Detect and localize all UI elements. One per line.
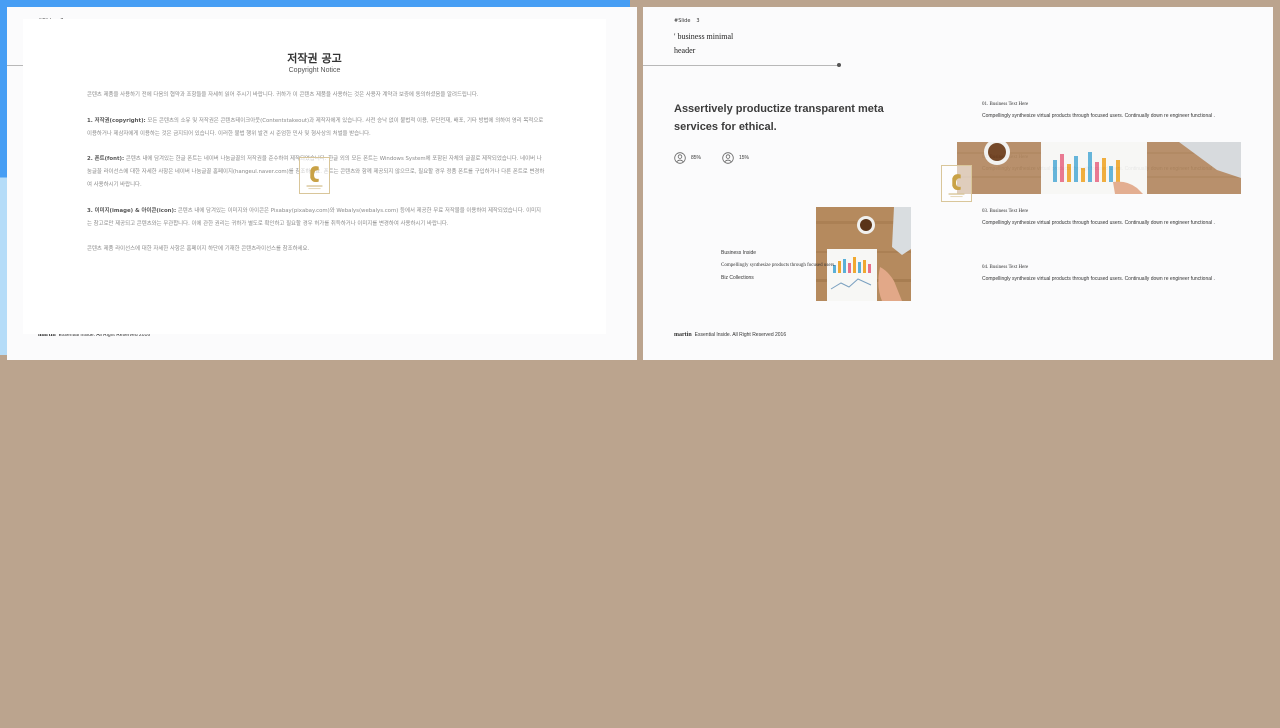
slide-footer: martin Essential Inside. All Right Reserv…	[674, 332, 787, 338]
copyright-subtitle: Copyright Notice	[288, 67, 341, 74]
copyright-intro: 콘텐츠 제품을 사용하기 전에 다음의 협약과 조항들을 자세히 읽어 주시기 …	[87, 92, 479, 98]
stat-female: 15%	[722, 152, 749, 164]
business-item-3: 03. Business Text HereCompellingly synth…	[982, 209, 1215, 226]
business-inside: Business Inside Compellingly synthesize …	[721, 250, 836, 281]
stat-male: 85%	[674, 152, 701, 164]
slide-number: #Slide 3	[674, 18, 700, 24]
desk-photo-wide	[957, 142, 1241, 194]
copyright-title: 저작권 공고	[287, 52, 342, 65]
slide-headline: Assertively productize transparent meta …	[674, 103, 884, 133]
copyright-section-3: 3. 이미지(image) & 아이콘(icon): 콘텐츠 내에 담겨있는 이…	[87, 207, 541, 227]
header-divider-dot	[837, 63, 841, 67]
stat-value: 85%	[691, 155, 702, 161]
user-circle-icon	[722, 152, 734, 164]
watermark-logo	[299, 157, 330, 194]
copyright-outro: 콘텐츠 제품 라이선스에 대한 자세한 사항은 홈페이지 하단에 기재한 콘텐츠…	[87, 246, 310, 253]
header-divider	[643, 65, 839, 66]
copyright-slide[interactable]: 저작권 공고 Copyright Notice 콘텐츠 제품을 사용하기 전에 …	[0, 0, 630, 355]
business-item-4: 04. Business Text HereCompellingly synth…	[982, 265, 1215, 282]
stat-value: 15%	[739, 155, 750, 161]
copyright-section-1: 1. 저작권(copyright): 모든 콘텐츠의 소유 및 저작권은 콘텐츠…	[87, 117, 544, 137]
user-circle-icon	[674, 152, 686, 164]
watermark-logo	[941, 165, 972, 202]
slide-thumbnail-3[interactable]: #Slide 3 ' business minimal header Assert…	[643, 7, 1273, 360]
slide-header: ' business minimal header	[674, 32, 734, 55]
copyright-card: 저작권 공고 Copyright Notice 콘텐츠 제품을 사용하기 전에 …	[23, 19, 606, 334]
business-item-1: 01. Business Text HereCompellingly synth…	[982, 102, 1215, 119]
